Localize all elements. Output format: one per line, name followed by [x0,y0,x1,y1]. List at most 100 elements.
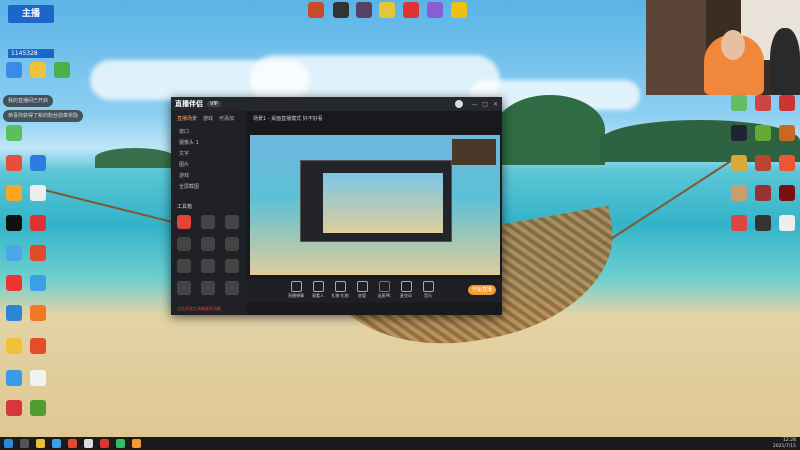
desktop-icon[interactable] [3,400,25,428]
control-button[interactable]: 连麦PK [375,281,393,299]
desktop-icon[interactable] [776,185,798,213]
tool-icon[interactable] [201,237,215,251]
desktop-icon[interactable] [3,305,25,333]
taskbar-app-icon[interactable] [84,439,93,448]
control-button[interactable]: 礼物 礼物 [331,281,349,299]
control-button[interactable]: 直播弹幕 [287,281,305,299]
control-button[interactable]: 观看人 [309,281,327,299]
desktop-icon[interactable] [353,2,375,30]
tool-icon[interactable] [225,215,239,229]
tab-add[interactable]: 可添加 [219,115,234,122]
desktop-icon[interactable] [448,2,470,30]
tool-icon[interactable] [225,281,239,295]
taskbar-app-icon[interactable] [20,439,29,448]
desktop-icon[interactable] [330,2,352,30]
game-icon [779,125,795,141]
close-icon[interactable]: ✕ [493,101,498,108]
desktop-icon[interactable] [3,245,25,273]
desktop-icon[interactable] [27,155,49,183]
source-item[interactable]: 图片 [171,159,246,170]
tab-game[interactable]: 游戏 [203,115,213,122]
badge-logo: 主播 [8,5,54,23]
app-icon [30,155,46,171]
desktop-icon[interactable] [728,125,750,153]
taskbar-app-icon[interactable] [52,439,61,448]
maximize-icon[interactable]: □ [482,101,488,108]
desktop-icon[interactable] [776,155,798,183]
desktop-icon[interactable] [752,125,774,153]
tab-scenes[interactable]: 直播场景 [177,115,197,122]
desktop-icon[interactable] [27,275,49,303]
badge-number: 1145328 [8,49,54,58]
desktop-icon[interactable] [728,155,750,183]
tool-icon[interactable] [201,259,215,273]
desktop-icon[interactable] [776,125,798,153]
desktop-icon[interactable] [728,95,750,123]
taskbar-app-icon[interactable] [100,439,109,448]
live-assistant-window[interactable]: 直播伴侣 VIP — □ ✕ 直播场景 游戏 可添加 窗口 摄像头 1 文字 图… [171,97,502,315]
desktop-icon[interactable] [3,370,25,398]
control-button[interactable]: 麦克风 [397,281,415,299]
desktop-icon[interactable] [3,185,25,213]
desktop-icon[interactable] [27,245,49,273]
tool-icon[interactable] [201,215,215,229]
desktop-icon[interactable] [3,338,25,366]
start-live-button[interactable]: 开始直播 [468,285,496,295]
tool-icon[interactable] [201,281,215,295]
desktop-icon[interactable] [3,62,25,90]
desktop-icon[interactable] [728,185,750,213]
desktop-icon[interactable] [27,305,49,333]
desktop-icon[interactable] [27,338,49,366]
desktop-icon[interactable] [424,2,446,30]
tool-live-icon[interactable] [177,215,191,229]
footer-note[interactable]: 点击开启工具箱更多功能 [177,306,221,312]
source-item[interactable]: 游戏 [171,170,246,181]
desktop-icon[interactable] [27,400,49,428]
desktop-icon[interactable] [27,370,49,398]
desktop-notification[interactable]: 恭喜你获得了新的粉丝勋章奖励 [3,110,84,122]
desktop-icon[interactable] [27,62,49,90]
game-icon [731,215,747,231]
taskbar-app-icon[interactable] [132,439,141,448]
start-icon[interactable] [4,439,13,448]
source-item[interactable]: 窗口 [171,126,246,137]
source-item[interactable]: 全屏截图 [171,181,246,192]
desktop-icon[interactable] [27,215,49,243]
taskbar-app-icon[interactable] [116,439,125,448]
taskbar-app-icon[interactable] [36,439,45,448]
tool-icon[interactable] [177,281,191,295]
taskbar-app-icon[interactable] [68,439,77,448]
scene-title: 场景1 - 桌面直播模式 好不好看 [253,116,323,122]
control-button[interactable]: 房管 [353,281,371,299]
desktop-icon[interactable] [752,155,774,183]
app-icon [6,62,22,78]
source-item[interactable]: 文字 [171,148,246,159]
desktop-icon[interactable] [752,185,774,213]
desktop-icon[interactable] [3,275,25,303]
tool-icon[interactable] [177,259,191,273]
desktop-icon[interactable] [400,2,422,30]
desktop-icon[interactable] [776,95,798,123]
clock[interactable]: 12:28 2021/7/15 [773,438,796,449]
avatar[interactable] [455,100,464,108]
desktop-icon[interactable] [3,125,25,153]
tool-icon[interactable] [225,259,239,273]
desktop-icon[interactable] [752,95,774,123]
desktop-icon[interactable] [27,185,49,213]
desktop-icon[interactable] [776,215,798,243]
desktop-icon[interactable] [728,215,750,243]
source-item[interactable]: 摄像头 1 [171,137,246,148]
qq-icon [6,215,22,231]
control-button[interactable]: 音乐 [419,281,437,299]
desktop-icon[interactable] [305,2,327,30]
minimize-icon[interactable]: — [471,101,477,108]
tool-icon[interactable] [177,237,191,251]
desktop-icon[interactable] [3,215,25,243]
tool-icon[interactable] [225,237,239,251]
game-icon [731,155,747,171]
desktop-notification[interactable]: 我的直播间已开启 [3,95,54,107]
desktop-icon[interactable] [51,62,73,90]
desktop-icon[interactable] [376,2,398,30]
desktop-icon[interactable] [3,155,25,183]
desktop-icon[interactable] [752,215,774,243]
